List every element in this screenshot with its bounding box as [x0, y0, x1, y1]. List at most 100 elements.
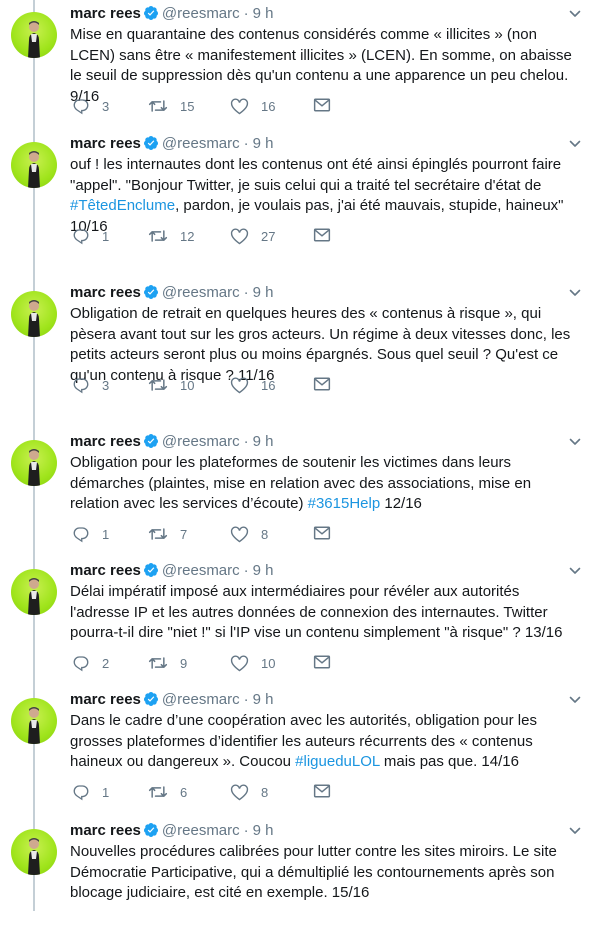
retweet-button[interactable]: 9 [148, 654, 187, 672]
tweet[interactable]: marc rees @reesmarc · 9 h Délai impératif i… [0, 557, 593, 691]
user-handle[interactable]: @reesmarc [162, 284, 240, 301]
tweet[interactable]: marc rees @reesmarc · 9 h ouf ! les interna… [0, 130, 593, 264]
verified-badge-icon [143, 692, 158, 706]
display-name[interactable]: marc rees [70, 822, 141, 839]
user-handle[interactable]: @reesmarc [162, 5, 240, 22]
reply-button[interactable]: 1 [72, 227, 109, 245]
separator-dot: · [243, 691, 249, 708]
timestamp[interactable]: 9 h [253, 562, 274, 579]
tweet-header: marc rees @reesmarc · 9 h [70, 561, 274, 581]
chevron-down-icon[interactable] [569, 565, 581, 577]
like-button[interactable]: 8 [230, 783, 268, 801]
like-button[interactable]: 10 [230, 654, 275, 672]
display-name[interactable]: marc rees [70, 135, 141, 152]
hashtag-link[interactable]: #ligueduLOL [295, 753, 380, 770]
like-button[interactable]: 16 [230, 97, 275, 115]
display-name[interactable]: marc rees [70, 433, 141, 450]
display-name[interactable]: marc rees [70, 562, 141, 579]
tweet-text-segment: Délai impératif imposé aux intermédiaire… [70, 583, 563, 641]
reply-count: 3 [102, 98, 110, 114]
reply-button[interactable]: 3 [72, 376, 109, 394]
like-button[interactable]: 27 [230, 227, 275, 245]
tweet[interactable]: marc rees @reesmarc · 9 h Dans le cadre d’u… [0, 686, 593, 820]
direct-message-button[interactable] [313, 376, 343, 392]
retweet-button[interactable]: 10 [148, 376, 194, 394]
retweet-button[interactable]: 12 [148, 227, 194, 245]
user-handle[interactable]: @reesmarc [162, 822, 240, 839]
heart-icon [230, 655, 249, 672]
user-handle[interactable]: @reesmarc [162, 433, 240, 450]
chevron-down-icon[interactable] [569, 287, 581, 299]
timestamp[interactable]: 9 h [253, 135, 274, 152]
direct-message-button[interactable] [313, 227, 343, 243]
reply-button[interactable]: 1 [72, 525, 109, 543]
tweet-text-segment: Nouvelles procédures calibrées pour lutt… [70, 843, 557, 901]
reply-count: 1 [102, 228, 110, 244]
tweet-text: Délai impératif imposé aux intermédiaire… [70, 582, 580, 644]
chevron-down-icon[interactable] [569, 694, 581, 706]
tweet-text-segment: Obligation de retrait en quelques heures… [70, 305, 571, 384]
verified-badge-icon [143, 823, 158, 837]
chevron-down-icon[interactable] [569, 825, 581, 837]
verified-badge-icon [143, 563, 158, 577]
like-count: 16 [261, 98, 276, 114]
user-handle[interactable]: @reesmarc [162, 562, 240, 579]
timestamp[interactable]: 9 h [253, 433, 274, 450]
avatar[interactable] [11, 291, 57, 337]
direct-message-button[interactable] [313, 783, 343, 799]
chevron-down-icon[interactable] [569, 8, 581, 20]
tweet-header: marc rees @reesmarc · 9 h [70, 821, 274, 841]
avatar[interactable] [11, 569, 57, 615]
like-count: 8 [261, 526, 269, 542]
separator-dot: · [243, 135, 249, 152]
retweet-icon [148, 657, 168, 669]
timestamp[interactable]: 9 h [253, 691, 274, 708]
reply-icon [73, 99, 89, 115]
reply-button[interactable]: 3 [72, 97, 109, 115]
direct-message-button[interactable] [313, 654, 343, 670]
display-name[interactable]: marc rees [70, 5, 141, 22]
timestamp[interactable]: 9 h [253, 284, 274, 301]
tweet[interactable]: marc rees @reesmarc · 9 h Obligation de ret… [0, 279, 593, 413]
chevron-down-icon[interactable] [569, 138, 581, 150]
user-handle[interactable]: @reesmarc [162, 691, 240, 708]
user-handle[interactable]: @reesmarc [162, 135, 240, 152]
chevron-down-icon[interactable] [569, 436, 581, 448]
tweet-text: Dans le cadre d’une coopération avec les… [70, 711, 580, 773]
avatar[interactable] [11, 829, 57, 875]
reply-button[interactable]: 1 [72, 783, 109, 801]
avatar[interactable] [11, 698, 57, 744]
separator-dot: · [243, 433, 249, 450]
timestamp[interactable]: 9 h [253, 822, 274, 839]
tweet[interactable]: marc rees @reesmarc · 9 h Mise en quarantai… [0, 0, 593, 134]
hashtag-link[interactable]: #3615Help [308, 495, 381, 512]
avatar[interactable] [11, 440, 57, 486]
retweet-icon [148, 528, 168, 540]
tweet[interactable]: marc rees @reesmarc · 9 h Obligation pour l… [0, 428, 593, 562]
heart-icon [230, 228, 249, 245]
retweet-button[interactable]: 7 [148, 525, 187, 543]
retweet-button[interactable]: 15 [148, 97, 194, 115]
reply-button[interactable]: 2 [72, 654, 109, 672]
avatar[interactable] [11, 142, 57, 188]
hashtag-link[interactable]: #TêtedEnclume [70, 197, 175, 214]
tweet-text-segment: 12/16 [380, 495, 422, 512]
direct-message-button[interactable] [313, 97, 343, 113]
retweet-count: 7 [180, 526, 188, 542]
like-count: 8 [261, 784, 269, 800]
verified-badge-icon [143, 136, 158, 150]
tweet-actions: 1 12 27 [70, 227, 370, 247]
tweet-text-segment: mais pas que. 14/16 [379, 753, 519, 770]
verified-badge-icon [143, 6, 158, 20]
display-name[interactable]: marc rees [70, 691, 141, 708]
display-name[interactable]: marc rees [70, 284, 141, 301]
tweet-text: Obligation de retrait en quelques heures… [70, 304, 580, 386]
retweet-button[interactable]: 6 [148, 783, 187, 801]
reply-count: 1 [102, 526, 110, 542]
timestamp[interactable]: 9 h [253, 5, 274, 22]
direct-message-button[interactable] [313, 525, 343, 541]
avatar[interactable] [11, 12, 57, 58]
tweet[interactable]: marc rees @reesmarc · 9 h Nouvelles procédu… [0, 817, 593, 951]
like-button[interactable]: 16 [230, 376, 275, 394]
like-button[interactable]: 8 [230, 525, 268, 543]
